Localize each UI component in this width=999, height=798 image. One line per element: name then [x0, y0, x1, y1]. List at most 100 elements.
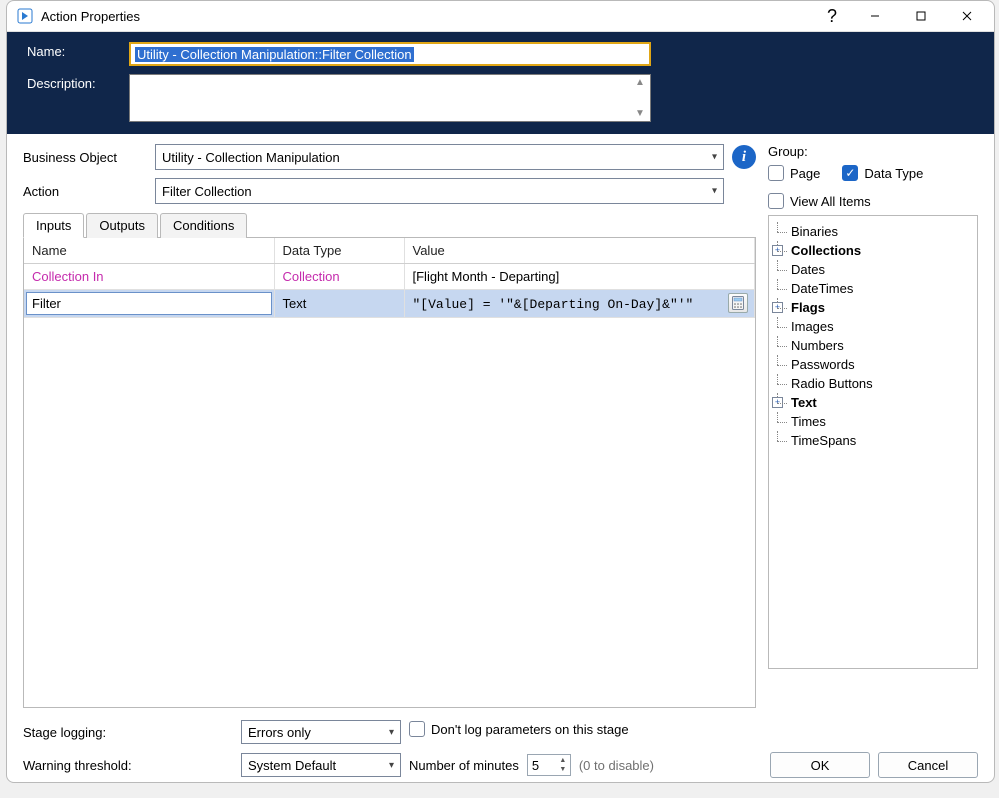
name-label: Name: [27, 42, 129, 59]
stage-logging-label: Stage logging: [23, 725, 233, 740]
table-row[interactable]: Collection In Collection [Flight Month -… [24, 264, 755, 290]
stage-logging-value: Errors only [248, 725, 311, 740]
inputs-grid[interactable]: Name Data Type Value Collection In Colle… [24, 238, 755, 318]
minutes-value: 5 [528, 758, 556, 773]
group-page-option[interactable]: Page [768, 165, 820, 181]
action-select[interactable]: Filter Collection ▾ [155, 178, 724, 204]
tab-outputs[interactable]: Outputs [86, 213, 158, 238]
checkbox-page[interactable] [768, 165, 784, 181]
cell-value[interactable]: "[Value] = '"&[Departing On-Day]&"'" [404, 290, 755, 318]
expression-builder-button[interactable] [728, 293, 748, 313]
tree-item[interactable]: DateTimes [777, 279, 973, 298]
description-scrollbar[interactable]: ▲ ▼ [632, 77, 648, 119]
group-datatype-option[interactable]: Data Type [842, 165, 923, 181]
bottom-panel: Stage logging: Errors only ▾ Don't log p… [7, 712, 994, 798]
warning-threshold-label: Warning threshold: [23, 758, 233, 773]
tree-item[interactable]: Times [777, 412, 973, 431]
cell-datatype: Text [274, 290, 404, 318]
titlebar: Action Properties ? [7, 1, 994, 32]
tree-item-label: Images [791, 319, 834, 334]
expand-icon[interactable]: + [772, 397, 783, 408]
body: Business Object Utility - Collection Man… [7, 134, 994, 798]
minimize-button[interactable] [852, 1, 898, 31]
tree-item-label: Numbers [791, 338, 844, 353]
tree-item-label: Flags [791, 300, 825, 315]
tree-item-label: Times [791, 414, 826, 429]
inputs-grid-panel: Name Data Type Value Collection In Colle… [23, 238, 756, 708]
chevron-down-icon: ▾ [712, 186, 717, 197]
spinner-icon[interactable]: ▲▼ [556, 756, 570, 774]
cell-name: Collection In [24, 264, 274, 290]
tree-item-label: Collections [791, 243, 861, 258]
col-value[interactable]: Value [404, 238, 755, 264]
view-all-option[interactable]: View All Items [768, 193, 978, 209]
tree-item[interactable]: TimeSpans [777, 431, 973, 450]
warning-threshold-value: System Default [248, 758, 336, 773]
tree-item[interactable]: Numbers [777, 336, 973, 355]
action-value: Filter Collection [162, 184, 252, 199]
data-items-tree[interactable]: Binaries+CollectionsDatesDateTimes+Flags… [768, 215, 978, 669]
tree-item[interactable]: +Text [777, 393, 973, 412]
group-label: Group: [768, 144, 978, 159]
checkbox-view-all[interactable] [768, 193, 784, 209]
datatype-label: Data Type [864, 166, 923, 181]
tree-item[interactable]: +Collections [777, 241, 973, 260]
tree-item[interactable]: Binaries [777, 222, 973, 241]
tree-item-label: DateTimes [791, 281, 853, 296]
dont-log-option[interactable]: Don't log parameters on this stage [409, 721, 629, 737]
name-input[interactable]: Filter [26, 292, 272, 315]
right-panel: Group: Page Data Type View All Items [768, 144, 978, 708]
tabstrip: Inputs Outputs Conditions [23, 212, 756, 238]
table-row[interactable]: Filter Text "[Value] = '"&[Departing On-… [24, 290, 755, 318]
cell-value: [Flight Month - Departing] [404, 264, 755, 290]
header-panel: Name: Utility - Collection Manipulation:… [7, 32, 994, 134]
description-textarea[interactable] [132, 77, 632, 119]
left-column: Business Object Utility - Collection Man… [23, 144, 756, 708]
tree-item[interactable]: Images [777, 317, 973, 336]
name-field[interactable]: Utility - Collection Manipulation::Filte… [129, 42, 651, 66]
description-label: Description: [27, 74, 129, 91]
col-datatype[interactable]: Data Type [274, 238, 404, 264]
cell-name[interactable]: Filter [24, 290, 274, 318]
ok-button[interactable]: OK [770, 752, 870, 778]
chevron-down-icon: ▾ [712, 152, 717, 163]
description-field[interactable]: ▲ ▼ [129, 74, 651, 122]
tree-item-label: TimeSpans [791, 433, 856, 448]
business-object-label: Business Object [23, 150, 155, 165]
expand-icon[interactable]: + [772, 302, 783, 313]
action-label: Action [23, 184, 155, 199]
tree-item[interactable]: Radio Buttons [777, 374, 973, 393]
tree-item[interactable]: Dates [777, 260, 973, 279]
value-text: "[Value] = '"&[Departing On-Day]&"'" [413, 297, 694, 312]
col-name[interactable]: Name [24, 238, 274, 264]
view-all-label: View All Items [790, 194, 871, 209]
business-object-select[interactable]: Utility - Collection Manipulation ▾ [155, 144, 724, 170]
chevron-down-icon: ▾ [389, 727, 394, 738]
tree-item-label: Binaries [791, 224, 838, 239]
page-label: Page [790, 166, 820, 181]
tab-inputs[interactable]: Inputs [23, 213, 84, 238]
name-value: Utility - Collection Manipulation::Filte… [135, 47, 414, 62]
tree-item[interactable]: Passwords [777, 355, 973, 374]
tab-conditions[interactable]: Conditions [160, 213, 247, 238]
close-button[interactable] [944, 1, 990, 31]
tree-item-label: Radio Buttons [791, 376, 873, 391]
tree-item-label: Passwords [791, 357, 855, 372]
minutes-label: Number of minutes [409, 758, 519, 773]
help-button[interactable]: ? [812, 1, 852, 31]
expand-icon[interactable]: + [772, 245, 783, 256]
tree-item[interactable]: +Flags [777, 298, 973, 317]
warning-threshold-select[interactable]: System Default ▾ [241, 753, 401, 777]
info-icon[interactable]: i [732, 145, 756, 169]
cancel-button[interactable]: Cancel [878, 752, 978, 778]
scroll-down-icon: ▼ [635, 108, 645, 119]
stage-logging-select[interactable]: Errors only ▾ [241, 720, 401, 744]
chevron-down-icon: ▾ [389, 760, 394, 771]
checkbox-dont-log[interactable] [409, 721, 425, 737]
dont-log-label: Don't log parameters on this stage [431, 722, 629, 737]
checkbox-datatype[interactable] [842, 165, 858, 181]
disable-hint: (0 to disable) [579, 758, 654, 773]
business-object-value: Utility - Collection Manipulation [162, 150, 340, 165]
maximize-button[interactable] [898, 1, 944, 31]
minutes-input[interactable]: 5 ▲▼ [527, 754, 571, 776]
